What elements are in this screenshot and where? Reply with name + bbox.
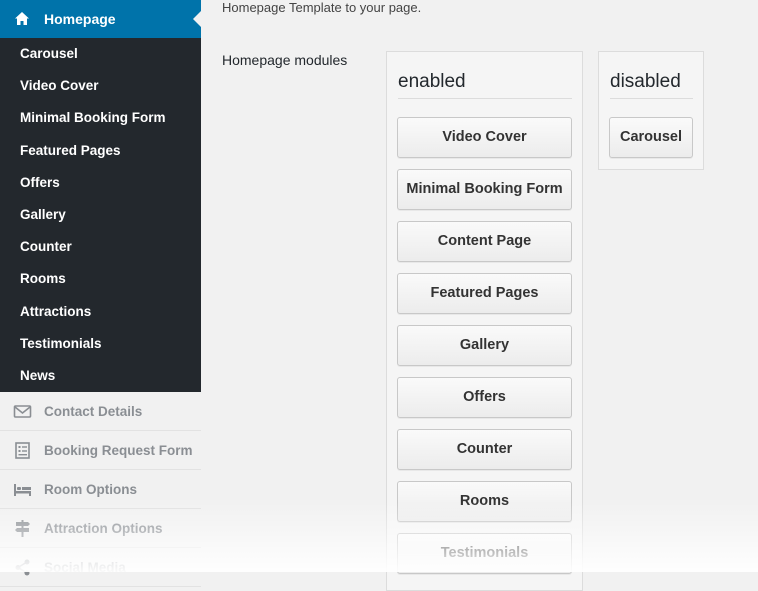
submenu-item-attractions[interactable]: Attractions [0, 296, 201, 328]
submenu-item-featured-pages[interactable]: Featured Pages [0, 135, 201, 167]
submenu-item-video-cover[interactable]: Video Cover [0, 70, 201, 102]
sidebar-item-label: Contact Details [44, 404, 143, 419]
current-page-arrow [193, 11, 201, 27]
disabled-panel-title: disabled [610, 71, 681, 92]
sidebar-item-label: Homepage [44, 11, 116, 27]
intro-text: Homepage Template to your page. [222, 0, 422, 15]
home-icon [15, 12, 29, 25]
submenu-item-counter[interactable]: Counter [0, 231, 201, 263]
panel-divider [610, 98, 693, 99]
envelope-icon [13, 405, 32, 418]
form-icon [15, 442, 30, 459]
enabled-modules-panel: enabled Video Cover Minimal Booking Form… [386, 51, 583, 591]
submenu-item-minimal-booking-form[interactable]: Minimal Booking Form [0, 102, 201, 134]
submenu-item-gallery[interactable]: Gallery [0, 199, 201, 231]
submenu-item-testimonials[interactable]: Testimonials [0, 328, 201, 360]
module-minimal-booking-form[interactable]: Minimal Booking Form [397, 169, 572, 210]
sidebar-item-label: Attraction Options [44, 521, 163, 536]
submenu-item-rooms[interactable]: Rooms [0, 263, 201, 295]
submenu-item-carousel[interactable]: Carousel [0, 38, 201, 70]
module-featured-pages[interactable]: Featured Pages [397, 273, 572, 314]
submenu-item-offers[interactable]: Offers [0, 167, 201, 199]
submenu-item-news[interactable]: News [0, 360, 201, 392]
module-video-cover[interactable]: Video Cover [397, 117, 572, 158]
module-gallery[interactable]: Gallery [397, 325, 572, 366]
module-counter[interactable]: Counter [397, 429, 572, 470]
sidebar-item-attraction-options[interactable]: Attraction Options [0, 509, 201, 548]
module-content-page[interactable]: Content Page [397, 221, 572, 262]
sidebar-item-room-options[interactable]: Room Options [0, 470, 201, 509]
bed-icon [14, 484, 31, 496]
disabled-modules-panel: disabled Carousel [598, 51, 704, 170]
sidebar-item-label: Room Options [44, 482, 137, 497]
sidebar-item-label: Booking Request Form [44, 443, 193, 458]
enabled-panel-title: enabled [398, 71, 466, 92]
lower-menu: Contact Details Booking Request Form Roo… [0, 392, 201, 587]
sidebar-item-social-media[interactable]: Social Media [0, 548, 201, 587]
module-testimonials[interactable]: Testimonials [397, 533, 572, 574]
module-carousel[interactable]: Carousel [609, 117, 693, 158]
sidebar-item-label: Social Media [44, 560, 126, 575]
share-icon [15, 559, 30, 576]
sidebar-item-contact-details[interactable]: Contact Details [0, 392, 201, 431]
module-offers[interactable]: Offers [397, 377, 572, 418]
signpost-icon [15, 520, 30, 537]
module-rooms[interactable]: Rooms [397, 481, 572, 522]
sidebar-item-homepage[interactable]: Homepage [0, 0, 201, 38]
homepage-submenu: Carousel Video Cover Minimal Booking For… [0, 38, 201, 392]
admin-sidebar: Homepage Carousel Video Cover Minimal Bo… [0, 0, 201, 587]
panel-divider [398, 98, 572, 99]
sidebar-item-booking-request-form[interactable]: Booking Request Form [0, 431, 201, 470]
homepage-modules-label: Homepage modules [222, 52, 348, 68]
